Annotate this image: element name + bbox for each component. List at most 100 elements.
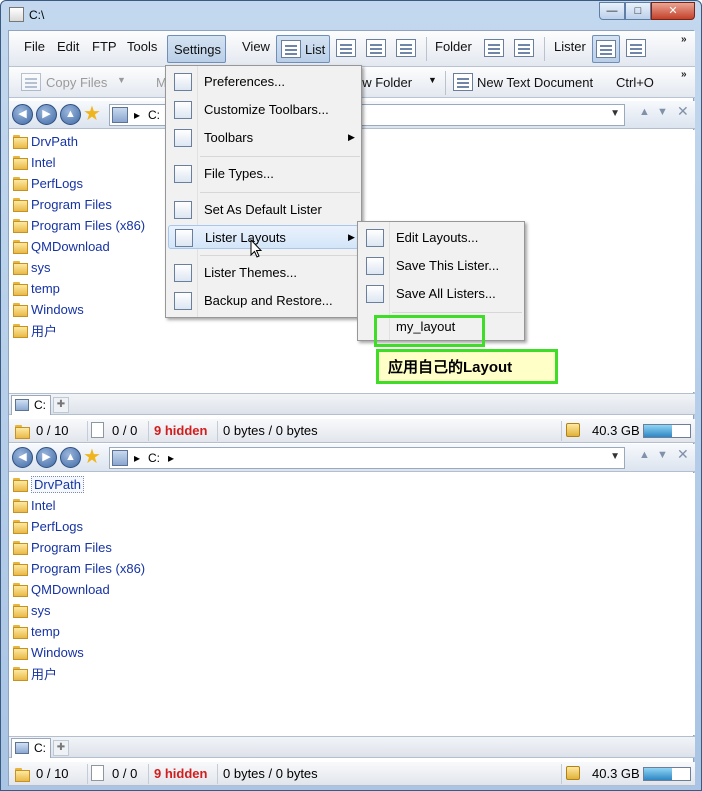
thumbnails-view-icon[interactable] [366,39,386,57]
forward-arrow-icon[interactable]: ▶ [36,447,57,468]
status-divider [148,421,149,441]
folder-icon [13,134,28,149]
pane-scroll-down-icon[interactable]: ▼ [657,106,668,118]
parent-folder-icon[interactable]: ▲ [60,447,81,468]
menu-settings[interactable]: Settings [167,35,226,63]
menu-item-customize-toolbars[interactable]: Customize Toolbars... [168,98,359,122]
menu-item-save-all-listers[interactable]: Save All Listers... [360,282,522,306]
menu-item-file-types[interactable]: File Types... [168,162,359,186]
back-arrow-icon[interactable]: ◀ [12,104,33,125]
menu-file[interactable]: File [24,39,45,54]
status-divider [561,764,562,784]
bottom-status-bar: 0 / 10 0 / 0 9 hidden 0 bytes / 0 bytes … [9,762,695,786]
new-text-document-button[interactable]: New Text Document [477,75,593,90]
path-dropdown-icon[interactable]: ▼ [610,108,620,119]
folder-name: DrvPath [31,475,84,493]
menu-lister[interactable]: Lister [554,39,586,54]
folder-list-item[interactable]: Program Files (x86) [13,558,145,578]
details-view-icon[interactable] [336,39,356,57]
folder-list-item[interactable]: temp [13,621,60,641]
single-lister-button[interactable] [592,35,620,63]
pane-scroll-down-icon[interactable]: ▼ [657,449,668,461]
folder-list-item[interactable]: Program Files (x86) [13,215,145,235]
save-all-disk-icon [366,285,384,303]
tab-drive-c[interactable]: C: [11,738,51,758]
new-folder-dropdown-icon[interactable]: ▼ [428,75,437,85]
folder-list-item[interactable]: DrvPath [13,131,78,151]
favorites-star-icon[interactable]: ★ [83,446,101,468]
pane-scroll-up-icon[interactable]: ▲ [639,106,650,118]
menu-item-preferences[interactable]: Preferences... [168,70,359,94]
view-list-button[interactable]: List [276,35,330,63]
pane-close-icon[interactable]: ✕ [677,103,689,120]
toolbar-overflow-chevron[interactable]: » [681,34,687,45]
folder-list-item[interactable]: Program Files [13,537,112,557]
folder-list-item[interactable]: DrvPath [13,474,84,494]
folder-list-item[interactable]: temp [13,278,60,298]
pane-close-icon[interactable]: ✕ [677,446,689,463]
menu-tools[interactable]: Tools [127,39,157,54]
free-space-bar [643,767,691,781]
back-arrow-icon[interactable]: ◀ [12,447,33,468]
new-tab-icon[interactable]: ✚ [53,397,69,413]
menu-item-set-default-lister[interactable]: Set As Default Lister [168,198,359,222]
menu-item-lister-layouts[interactable]: Lister Layouts ▶ [168,225,359,249]
menu-separator [200,156,360,157]
tab-drive-c[interactable]: C: [11,395,51,415]
free-space-bar [643,424,691,438]
maximize-button[interactable]: □ [625,2,651,20]
title-bar[interactable]: C:\ — □ ✕ [1,1,701,29]
menu-item-backup-restore[interactable]: Backup and Restore... [168,289,359,313]
power-view-icon[interactable] [396,39,416,57]
folder-list-item[interactable]: 用户 [13,663,57,683]
folder-list-item[interactable]: Intel [13,152,56,172]
folder-list-item[interactable]: sys [13,257,51,277]
bottom-file-list[interactable]: DrvPath Intel PerfLogs Program Files Program… [9,473,695,735]
folder-list-item[interactable]: Program Files [13,194,112,214]
folder-list-item[interactable]: Windows [13,642,84,662]
new-folder-button[interactable]: ew Folder [355,75,412,90]
menu-edit[interactable]: Edit [57,39,79,54]
folder-list-item[interactable]: QMDownload [13,236,110,256]
selected-bytes: 0 bytes / 0 bytes [223,423,318,438]
folder-list-item[interactable]: sys [13,600,51,620]
path-dropdown-icon[interactable]: ▼ [610,451,620,462]
toolbar-overflow-chevron[interactable]: » [681,69,687,80]
folder-list-item[interactable]: PerfLogs [13,173,83,193]
folder-list-item[interactable]: QMDownload [13,579,110,599]
menu-item-label: File Types... [204,166,274,181]
folder-tree-icon[interactable] [484,39,504,57]
menu-folder[interactable]: Folder [435,39,472,54]
minimize-button[interactable]: — [599,2,625,20]
folder-list-item[interactable]: 用户 [13,320,57,340]
path-field[interactable]: ▸ C: ▸ ▼ [109,447,625,469]
copy-files-button[interactable]: Copy Files [46,75,107,90]
folder-list-item[interactable]: Windows [13,299,84,319]
new-tab-icon[interactable]: ✚ [53,740,69,756]
dual-lister-icon[interactable] [626,39,646,57]
menu-item-save-this-lister[interactable]: Save This Lister... [360,254,522,278]
copy-files-dropdown-icon[interactable]: ▼ [117,75,126,85]
menu-item-toolbars[interactable]: Toolbars ▶ [168,126,359,150]
lock-icon[interactable] [566,766,580,780]
file-count-icon [91,422,104,438]
folder-icon [13,666,28,681]
forward-arrow-icon[interactable]: ▶ [36,104,57,125]
close-button[interactable]: ✕ [651,2,695,20]
favorites-star-icon[interactable]: ★ [83,103,101,125]
parent-folder-icon[interactable]: ▲ [60,104,81,125]
folder-list-item[interactable]: Intel [13,495,56,515]
lock-icon[interactable] [566,423,580,437]
pane-scroll-up-icon[interactable]: ▲ [639,449,650,461]
menu-item-lister-themes[interactable]: Lister Themes... [168,261,359,285]
hidden-count[interactable]: 9 hidden [154,423,207,438]
menu-ftp[interactable]: FTP [92,39,117,54]
path-arrow: ▸ [134,451,141,465]
folder-name: Program Files (x86) [31,217,146,233]
folder-icon [13,645,28,660]
dual-folder-icon[interactable] [514,39,534,57]
menu-view[interactable]: View [242,39,270,54]
folder-list-item[interactable]: PerfLogs [13,516,83,536]
hidden-count[interactable]: 9 hidden [154,766,207,781]
menu-item-edit-layouts[interactable]: Edit Layouts... [360,226,522,250]
